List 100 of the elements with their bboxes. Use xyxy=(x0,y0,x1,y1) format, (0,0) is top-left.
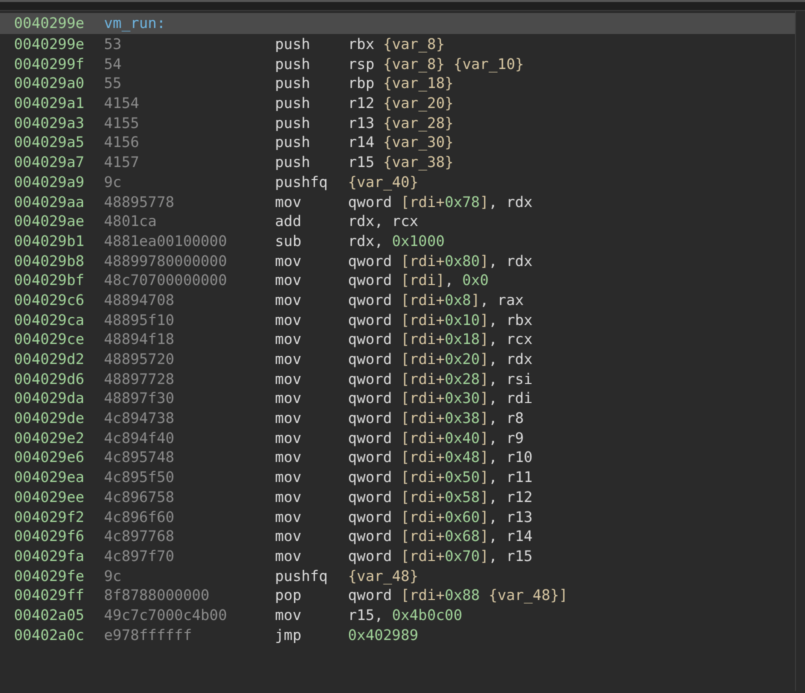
instruction-bytes: 9c xyxy=(104,566,123,586)
mnemonic: mov xyxy=(275,527,302,547)
instruction-bytes: 4157 xyxy=(104,153,140,173)
address: 004029a9 xyxy=(14,172,86,192)
mnemonic: mov xyxy=(275,606,302,626)
instruction-bytes: 54 xyxy=(104,54,123,74)
operands: qword [rdi+0x40], r9 xyxy=(348,428,524,448)
mnemonic: mov xyxy=(275,488,302,508)
instruction-bytes: 4156 xyxy=(104,133,140,154)
instruction-bytes: 4c897768 xyxy=(104,527,176,547)
operands: qword [rdi], 0x0 xyxy=(348,271,489,291)
address: 004029ca xyxy=(14,310,86,330)
instruction-bytes: 48894f18 xyxy=(104,330,176,350)
address: 00402a05 xyxy=(14,606,86,626)
operands: r14 {var_30} xyxy=(348,133,454,154)
mnemonic: push xyxy=(275,54,312,74)
mnemonic: mov xyxy=(275,252,302,272)
mnemonic: pushfq xyxy=(275,172,329,192)
address: 0040299f xyxy=(14,54,86,74)
operands: qword [rdi+0x28], rsi xyxy=(348,370,533,390)
operands: qword [rdi+0x68], r14 xyxy=(348,527,533,547)
instruction-bytes: 9c xyxy=(104,172,123,192)
address: 004029a0 xyxy=(14,74,86,94)
address: 004029fa xyxy=(14,546,86,567)
operands: r15 {var_38} xyxy=(348,153,454,173)
mnemonic: push xyxy=(275,114,312,134)
instruction-bytes: 48895778 xyxy=(104,192,176,212)
mnemonic: mov xyxy=(275,370,302,390)
mnemonic: push xyxy=(275,133,312,154)
mnemonic: mov xyxy=(275,508,302,528)
mnemonic: mov xyxy=(275,290,302,311)
operands: qword [rdi+0x38], r8 xyxy=(348,409,524,429)
operands: rbp {var_18} xyxy=(348,74,454,94)
operands: rdx, 0x1000 xyxy=(348,232,445,252)
operands: r13 {var_28} xyxy=(348,114,454,134)
instruction-bytes: 4881ea00100000 xyxy=(104,232,228,252)
instruction-bytes: 4c896f60 xyxy=(104,508,176,528)
mnemonic: mov xyxy=(275,271,302,291)
address: 004029ea xyxy=(14,468,86,488)
address: 004029b8 xyxy=(14,252,86,272)
mnemonic: mov xyxy=(275,448,302,468)
mnemonic: mov xyxy=(275,409,302,429)
address: 004029fe xyxy=(14,566,86,586)
operands: rdx, rcx xyxy=(348,212,418,232)
address: 004029b1 xyxy=(14,232,86,252)
instruction-bytes: 4c895748 xyxy=(104,448,176,468)
instruction-bytes: 48c70700000000 xyxy=(104,271,228,291)
address: 004029a5 xyxy=(14,133,86,154)
mnemonic: mov xyxy=(275,310,302,330)
address: 004029aa xyxy=(14,192,86,212)
operands: qword [rdi+0x58], r12 xyxy=(348,488,533,508)
operands: qword [rdi+0x80], rdx xyxy=(348,252,533,272)
mnemonic: jmp xyxy=(275,626,302,646)
instruction-bytes: 53 xyxy=(104,35,123,55)
instruction-bytes: 4154 xyxy=(104,94,140,114)
address: 0040299e xyxy=(14,14,86,34)
instruction-bytes: 48897728 xyxy=(104,370,176,390)
address: 004029d6 xyxy=(14,370,86,390)
mnemonic: push xyxy=(275,74,312,94)
operands: qword [rdi+0x50], r11 xyxy=(348,468,533,488)
mnemonic: push xyxy=(275,153,312,173)
instruction-bytes: 4c897f70 xyxy=(104,546,176,567)
operands: rsp {var_8} {var_10} xyxy=(348,54,524,74)
instruction-bytes: 49c7c7000c4b00 xyxy=(104,606,228,626)
mnemonic: push xyxy=(275,94,312,114)
address: 004029ae xyxy=(14,212,86,232)
mnemonic: mov xyxy=(275,350,302,370)
address: 004029a7 xyxy=(14,153,86,173)
mnemonic: mov xyxy=(275,330,302,350)
mnemonic: sub xyxy=(275,232,302,252)
mnemonic: mov xyxy=(275,546,302,567)
operands: qword [rdi+0x48], r10 xyxy=(348,448,533,468)
address: 004029f2 xyxy=(14,508,86,528)
operands: 0x402989 xyxy=(348,626,418,646)
address: 004029f6 xyxy=(14,527,86,547)
mnemonic: push xyxy=(275,35,312,55)
instruction-bytes: 48895f10 xyxy=(104,310,176,330)
mnemonic: mov xyxy=(275,428,302,448)
instruction-bytes: 48895720 xyxy=(104,350,176,370)
instruction-bytes: 55 xyxy=(104,74,123,94)
address: 004029de xyxy=(14,409,86,429)
address: 004029ce xyxy=(14,330,86,350)
address: 004029ee xyxy=(14,488,86,508)
operands: qword [rdi+0x10], rbx xyxy=(348,310,533,330)
operands: rbx {var_8} xyxy=(348,35,445,55)
address: 004029da xyxy=(14,389,86,410)
operands: qword [rdi+0x8], rax xyxy=(348,290,524,311)
address: 004029a3 xyxy=(14,114,86,134)
function-label: vm_run: xyxy=(104,14,166,34)
instruction-bytes: 4801ca xyxy=(104,212,158,232)
operands: qword [rdi+0x70], r15 xyxy=(348,546,533,567)
instruction-bytes: e978ffffff xyxy=(104,626,193,646)
operands: {var_48} xyxy=(348,566,418,586)
operands: r12 {var_20} xyxy=(348,94,454,114)
operands: {var_40} xyxy=(348,172,418,192)
address: 004029a1 xyxy=(14,94,86,114)
address: 004029d2 xyxy=(14,350,86,370)
instruction-bytes: 48897f30 xyxy=(104,389,176,410)
mnemonic: pushfq xyxy=(275,566,329,586)
operands: qword [rdi+0x20], rdx xyxy=(348,350,533,370)
